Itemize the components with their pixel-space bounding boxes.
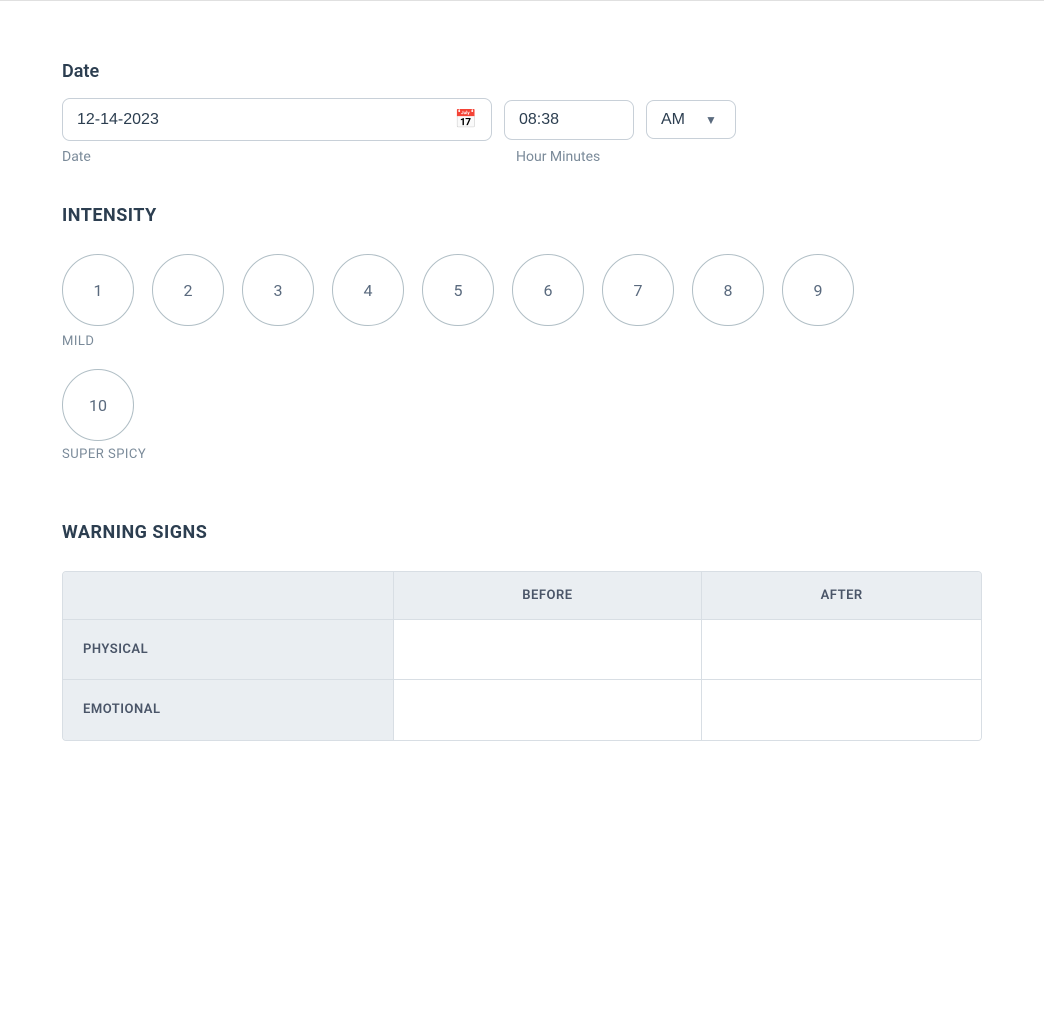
warning-table: BEFORE AFTER PHYSICAL EMOTIONAL xyxy=(63,572,981,740)
row-label-emotional: EMOTIONAL xyxy=(63,680,393,740)
emotional-after-cell[interactable] xyxy=(702,680,981,740)
row-label-physical: PHYSICAL xyxy=(63,620,393,680)
intensity-circle-8[interactable]: 8 xyxy=(692,254,764,326)
table-row: EMOTIONAL xyxy=(63,680,981,740)
date-input[interactable] xyxy=(77,111,455,129)
sublabel-row: Date Hour Minutes xyxy=(62,149,982,165)
intensity-circle-10[interactable]: 10 xyxy=(62,369,134,441)
header-before: BEFORE xyxy=(393,572,702,620)
intensity-title: INTENSITY xyxy=(62,205,982,226)
table-header-row: BEFORE AFTER xyxy=(63,572,981,620)
warning-table-wrapper: BEFORE AFTER PHYSICAL EMOTIONAL xyxy=(62,571,982,741)
intensity-circle-2[interactable]: 2 xyxy=(152,254,224,326)
super-spicy-label: SUPER SPICY xyxy=(62,447,982,462)
physical-before-cell[interactable] xyxy=(393,620,702,680)
intensity-circle-9[interactable]: 9 xyxy=(782,254,854,326)
time-input[interactable] xyxy=(519,111,619,129)
date-sublabel: Date xyxy=(62,149,492,165)
warning-signs-title: WARNING SIGNS xyxy=(62,522,982,543)
ampm-select[interactable]: AM PM xyxy=(661,111,705,128)
header-after: AFTER xyxy=(702,572,981,620)
date-row: 📅 AM PM ▼ xyxy=(62,98,982,141)
physical-after-cell[interactable] xyxy=(702,620,981,680)
intensity-circle-5[interactable]: 5 xyxy=(422,254,494,326)
mild-label: MILD xyxy=(62,334,982,349)
date-section: Date 📅 AM PM ▼ Date Hour Min xyxy=(62,61,982,165)
date-label: Date xyxy=(62,61,982,82)
date-input-wrapper[interactable]: 📅 xyxy=(62,98,492,141)
ampm-select-wrapper[interactable]: AM PM ▼ xyxy=(646,100,736,139)
intensity-circles-row: 1 2 3 4 5 6 7 8 9 xyxy=(62,254,982,326)
emotional-before-cell[interactable] xyxy=(393,680,702,740)
time-sublabel: Hour Minutes xyxy=(516,149,600,165)
intensity-section: INTENSITY 1 2 3 4 5 6 7 8 9 MILD 10 SUPE… xyxy=(62,205,982,462)
intensity-circle-3[interactable]: 3 xyxy=(242,254,314,326)
chevron-down-icon: ▼ xyxy=(705,113,717,127)
warning-signs-section: WARNING SIGNS BEFORE AFTER PHYSICAL xyxy=(62,522,982,741)
intensity-circle-7[interactable]: 7 xyxy=(602,254,674,326)
intensity-circle-1[interactable]: 1 xyxy=(62,254,134,326)
calendar-icon[interactable]: 📅 xyxy=(455,109,477,130)
header-empty xyxy=(63,572,393,620)
intensity-circle-4[interactable]: 4 xyxy=(332,254,404,326)
table-row: PHYSICAL xyxy=(63,620,981,680)
time-input-wrapper[interactable] xyxy=(504,100,634,140)
intensity-circle-6[interactable]: 6 xyxy=(512,254,584,326)
intensity-row-two: 10 xyxy=(62,369,982,441)
